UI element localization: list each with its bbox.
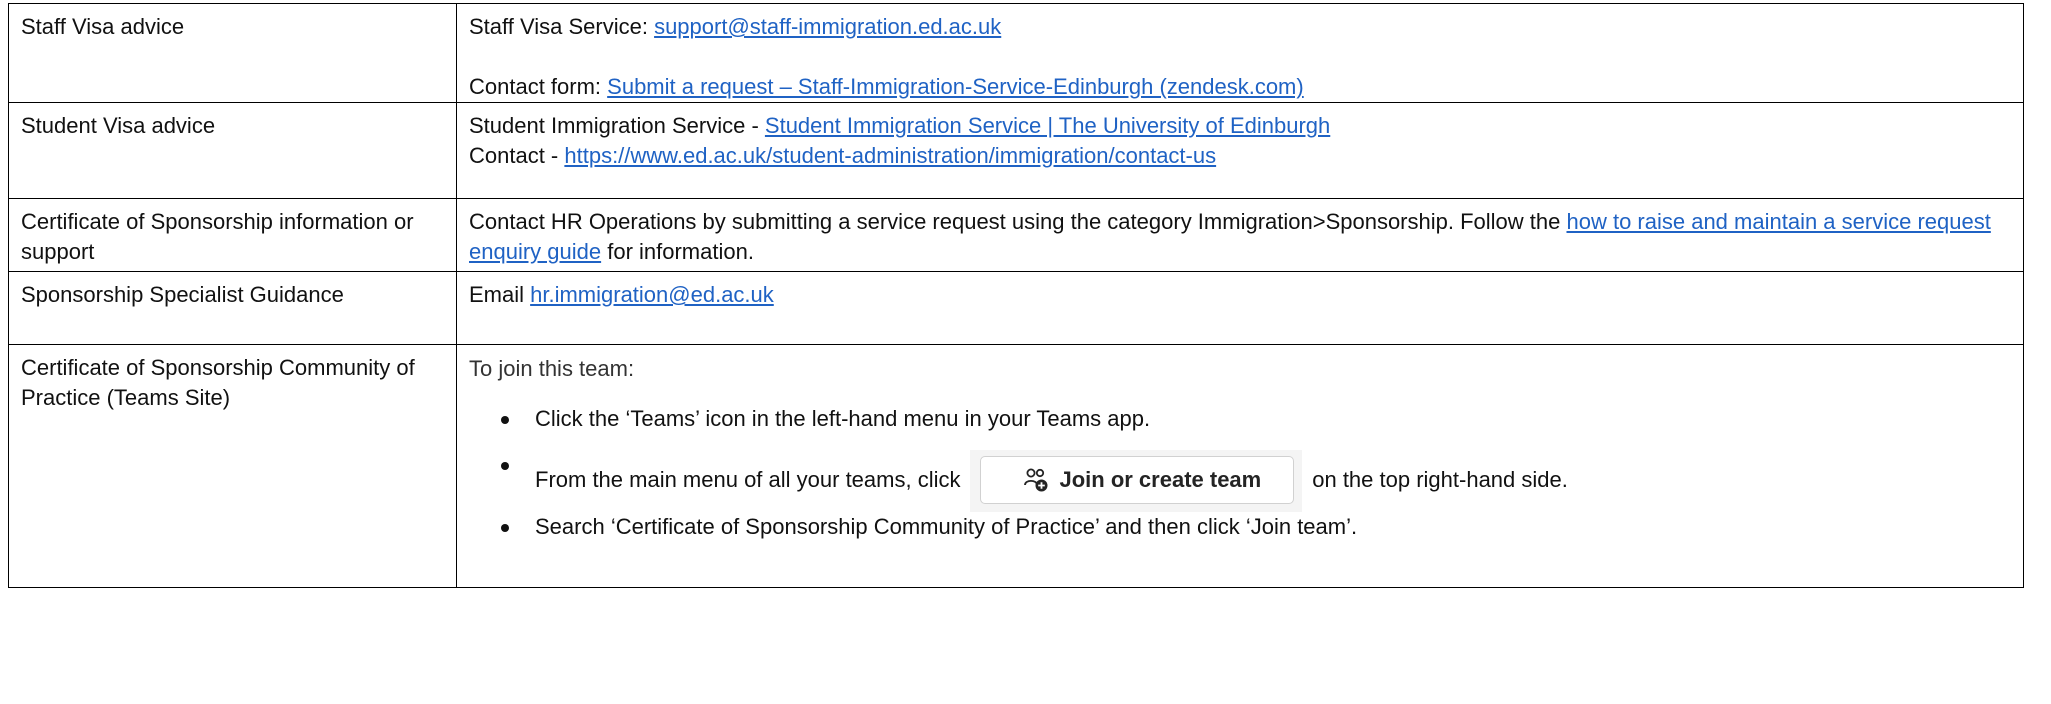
row-content: Email hr.immigration@ed.ac.uk (456, 271, 2024, 345)
contacts-table: Staff Visa advice Staff Visa Service: su… (8, 3, 2024, 588)
row-content: Student Immigration Service - Student Im… (456, 102, 2024, 199)
row-label: Student Visa advice (8, 102, 457, 199)
people-add-icon (1024, 468, 1048, 492)
row-content: Contact HR Operations by submitting a se… (456, 198, 2024, 272)
row-content: To join this team: Click the ‘Teams’ ico… (456, 344, 2024, 588)
row-label: Staff Visa advice (8, 3, 457, 103)
table-row: Certificate of Sponsorship Community of … (8, 344, 2024, 588)
row-label: Sponsorship Specialist Guidance (8, 271, 457, 345)
list-item: From the main menu of all your teams, cl… (469, 450, 2011, 512)
row-label: Certificate of Sponsorship Community of … (8, 344, 457, 588)
table-row: Certificate of Sponsorship information o… (8, 198, 2024, 272)
row-content: Staff Visa Service: support@staff-immigr… (456, 3, 2024, 103)
button-screenshot: Join or create team (970, 450, 1303, 512)
list-item: Click the ‘Teams’ icon in the left-hand … (469, 404, 2011, 434)
contact-form-link[interactable]: Submit a request – Staff-Immigration-Ser… (607, 74, 1304, 99)
hr-immigration-email-link[interactable]: hr.immigration@ed.ac.uk (530, 282, 774, 307)
student-immigration-link[interactable]: Student Immigration Service | The Univer… (765, 113, 1330, 138)
join-steps-list: Click the ‘Teams’ icon in the left-hand … (469, 404, 2011, 542)
row-label: Certificate of Sponsorship information o… (8, 198, 457, 272)
student-contact-link[interactable]: https://www.ed.ac.uk/student-administrat… (564, 143, 1216, 168)
list-item: Search ‘Certificate of Sponsorship Commu… (469, 512, 2011, 542)
table-row: Sponsorship Specialist Guidance Email hr… (8, 271, 2024, 345)
table-row: Staff Visa advice Staff Visa Service: su… (8, 3, 2024, 103)
staff-visa-email-link[interactable]: support@staff-immigration.ed.ac.uk (654, 14, 1001, 39)
join-intro: To join this team: (469, 356, 635, 381)
join-or-create-team-button[interactable]: Join or create team (980, 456, 1295, 504)
table-row: Student Visa advice Student Immigration … (8, 102, 2024, 199)
